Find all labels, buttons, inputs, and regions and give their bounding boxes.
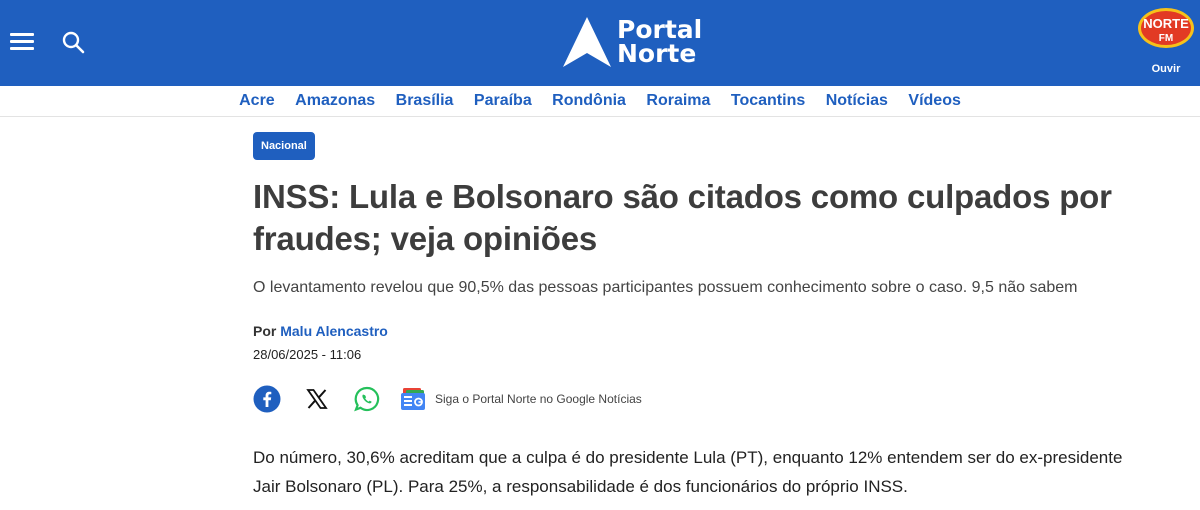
- logo-line-2: Norte: [617, 39, 697, 68]
- portal-norte-logo[interactable]: Portal Norte: [563, 14, 703, 70]
- logo-arrow-icon: [563, 17, 611, 67]
- whatsapp-icon: [354, 386, 380, 412]
- radio-listen-label: Ouvir: [1151, 63, 1181, 75]
- byline: Por Malu Alencastro: [253, 323, 388, 339]
- x-icon: [306, 389, 328, 409]
- menu-icon-bar: [10, 33, 34, 36]
- nav-item-paraiba[interactable]: Paraíba: [474, 86, 532, 116]
- nav-item-tocantins[interactable]: Tocantins: [731, 86, 805, 116]
- author-link[interactable]: Malu Alencastro: [280, 323, 388, 339]
- google-news-label: Siga o Portal Norte no Google Notícias: [435, 392, 642, 406]
- search-icon: [62, 31, 85, 54]
- region-nav: Acre Amazonas Brasília Paraíba Rondônia …: [0, 86, 1200, 117]
- google-news-icon: [401, 388, 425, 410]
- category-tag[interactable]: Nacional: [253, 132, 315, 160]
- facebook-share-button[interactable]: [253, 385, 281, 413]
- whatsapp-share-button[interactable]: [353, 385, 381, 413]
- norte-fm-logo: NORTE FM: [1138, 8, 1194, 48]
- search-button[interactable]: [61, 30, 87, 56]
- top-header: Portal Norte NORTE FM Ouvir: [0, 0, 1200, 86]
- nav-item-roraima[interactable]: Roraima: [646, 86, 710, 116]
- facebook-icon: [253, 385, 281, 413]
- nav-item-brasilia[interactable]: Brasília: [396, 86, 454, 116]
- article-title: INSS: Lula e Bolsonaro são citados como …: [253, 178, 1112, 257]
- radio-badge-line1: NORTE: [1143, 16, 1189, 31]
- nav-item-amazonas[interactable]: Amazonas: [295, 86, 375, 116]
- share-bar: Siga o Portal Norte no Google Notícias: [253, 384, 642, 414]
- menu-icon-bar: [10, 40, 34, 43]
- nav-item-rondonia[interactable]: Rondônia: [552, 86, 626, 116]
- article-body-paragraph: Do número, 30,6% acreditam que a culpa é…: [253, 448, 1123, 496]
- publish-date: 28/06/2025 - 11:06: [253, 347, 362, 362]
- menu-icon-bar: [10, 47, 34, 50]
- menu-button[interactable]: [10, 30, 36, 52]
- byline-prefix: Por: [253, 323, 277, 339]
- article-subtitle: O levantamento revelou que 90,5% das pes…: [253, 279, 1078, 296]
- radio-badge-line2: FM: [1159, 33, 1173, 44]
- nav-item-videos[interactable]: Vídeos: [908, 86, 960, 116]
- nav-item-noticias[interactable]: Notícias: [826, 86, 888, 116]
- x-share-button[interactable]: [303, 385, 331, 413]
- logo-text: Portal Norte: [617, 17, 702, 68]
- google-news-follow-link[interactable]: Siga o Portal Norte no Google Notícias: [399, 387, 642, 411]
- nav-item-acre[interactable]: Acre: [239, 86, 275, 116]
- radio-player-button[interactable]: NORTE FM Ouvir: [1135, 6, 1197, 78]
